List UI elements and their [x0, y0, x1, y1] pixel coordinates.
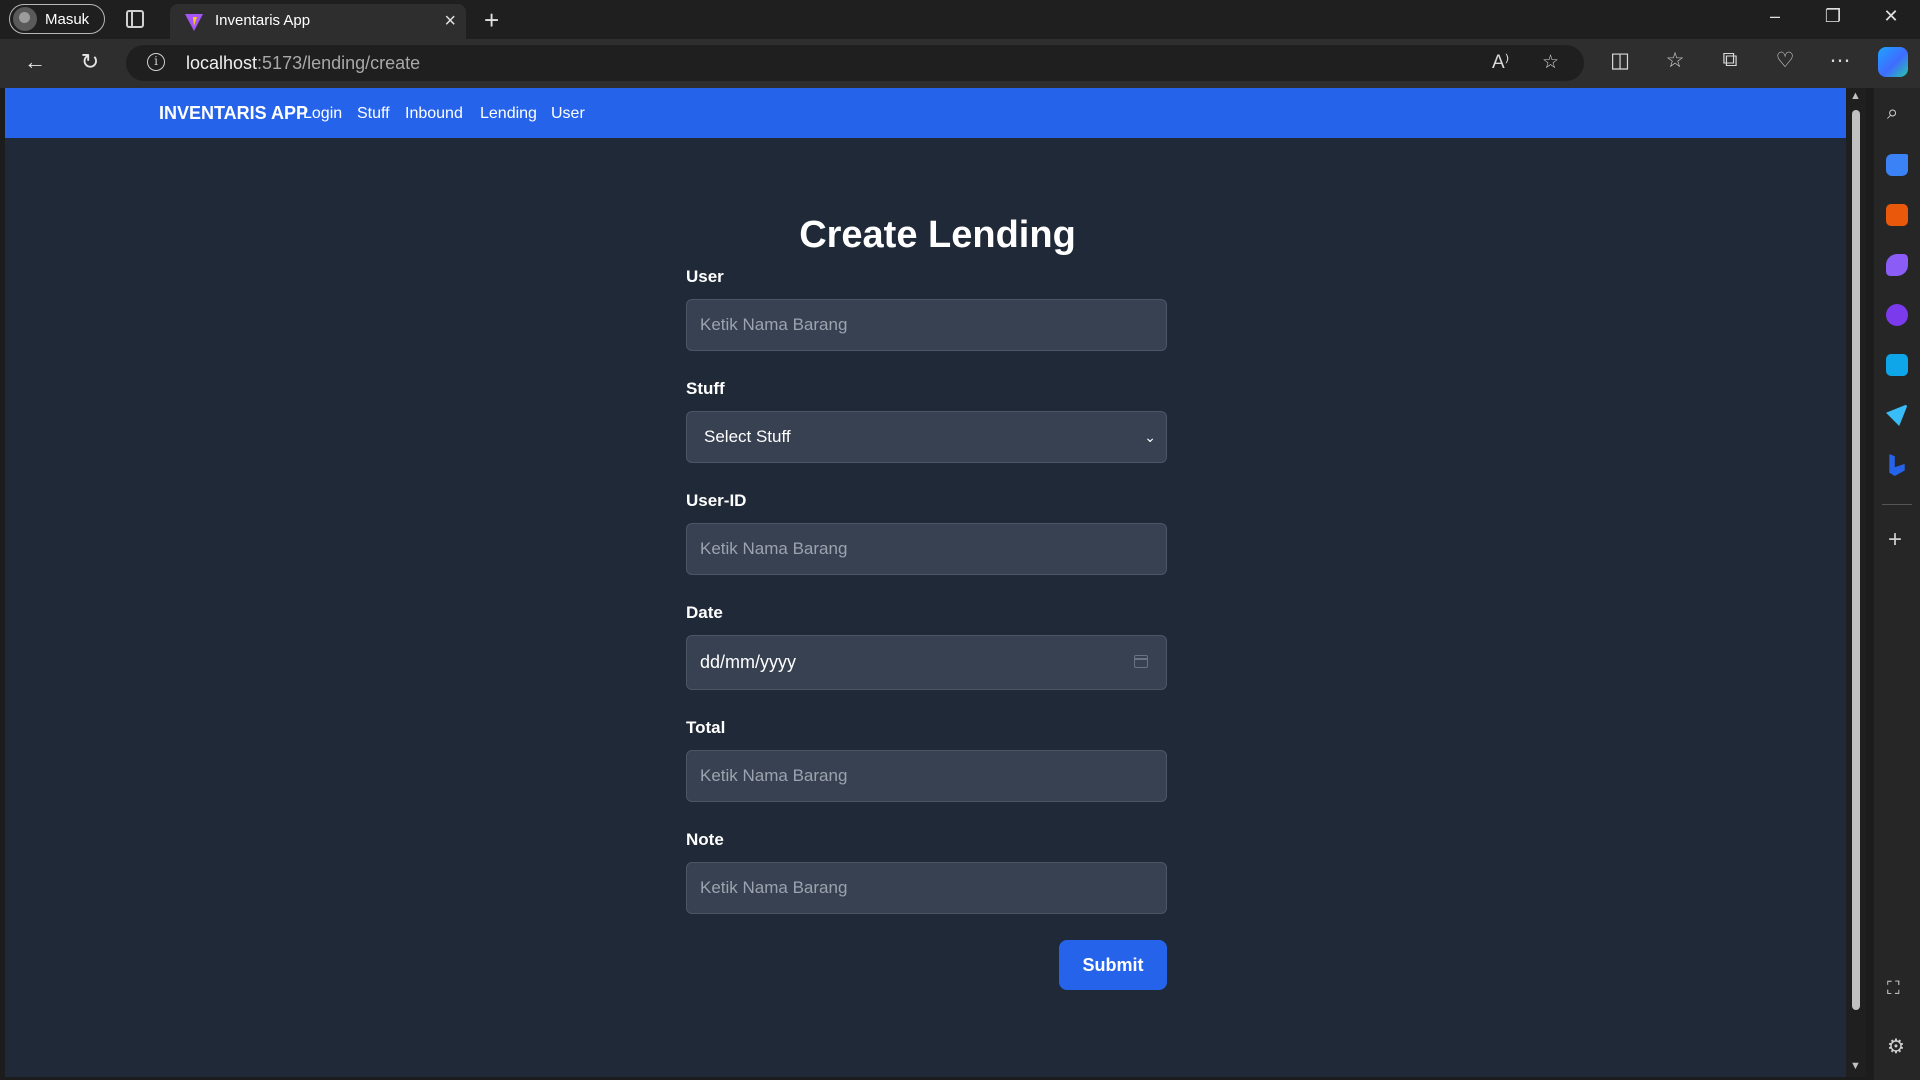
browser-toolbar: ← ↻ i localhost:5173/lending/create A⁾ ☆…	[0, 39, 1920, 88]
search-icon[interactable]: ⌕	[1887, 102, 1898, 125]
read-aloud-icon[interactable]: A⁾	[1492, 51, 1509, 74]
nav-login[interactable]: Login	[303, 105, 342, 123]
avatar	[13, 7, 37, 31]
scroll-up-icon[interactable]: ▲	[1850, 90, 1861, 102]
stuff-select-value: Select Stuff	[704, 427, 791, 446]
collections-icon[interactable]: ⧉	[1715, 48, 1745, 72]
back-icon[interactable]: ←	[20, 49, 50, 75]
date-input[interactable]: dd/mm/yyyy	[686, 635, 1167, 690]
address-bar[interactable]: i localhost:5173/lending/create A⁾ ☆	[126, 45, 1584, 81]
site-info-icon[interactable]: i	[147, 53, 165, 71]
close-window-icon[interactable]: ✕	[1868, 6, 1914, 27]
page-viewport: INVENTARIS APP Login Stuff Inbound Lendi…	[5, 88, 1846, 1077]
nav-stuff[interactable]: Stuff	[357, 105, 390, 123]
favorite-star-icon[interactable]: ☆	[1542, 51, 1559, 74]
calendar-icon[interactable]	[1134, 655, 1148, 668]
settings-icon[interactable]: ⚙	[1887, 1034, 1905, 1059]
app-brand[interactable]: INVENTARIS APP	[159, 103, 308, 124]
chevron-down-icon: ⌄	[1144, 429, 1156, 445]
tab-close-icon[interactable]: ×	[444, 10, 456, 33]
submit-button[interactable]: Submit	[1059, 940, 1167, 990]
user-label: User	[686, 267, 724, 286]
nav-inbound[interactable]: Inbound	[405, 105, 463, 123]
reload-icon[interactable]: ↻	[75, 49, 105, 75]
page-scrollbar[interactable]: ▲ ▼	[1846, 88, 1866, 1077]
user-id-label: User-ID	[686, 491, 747, 510]
scroll-thumb[interactable]	[1852, 110, 1860, 1010]
favorites-icon[interactable]: ☆	[1660, 48, 1690, 73]
screenshot-icon[interactable]: ⛶	[1887, 978, 1900, 999]
send-icon[interactable]	[1886, 404, 1908, 426]
vite-icon	[185, 14, 203, 31]
note-label: Note	[686, 830, 724, 849]
scroll-down-icon[interactable]: ▼	[1850, 1060, 1861, 1072]
profile-label: Masuk	[45, 10, 90, 28]
user-id-input[interactable]: Ketik Nama Barang	[686, 523, 1167, 575]
stuff-select[interactable]: Select Stuff ⌄	[686, 411, 1167, 463]
nav-lending[interactable]: Lending	[480, 105, 537, 123]
new-tab-icon[interactable]: +	[484, 5, 499, 36]
page-title: Create Lending	[799, 214, 1076, 256]
copilot-icon[interactable]	[1878, 47, 1908, 77]
restore-icon[interactable]: ❐	[1810, 6, 1856, 27]
office-icon[interactable]	[1886, 304, 1908, 326]
url-text[interactable]: localhost:5173/lending/create	[186, 53, 420, 74]
split-screen-icon[interactable]: ◫	[1605, 48, 1635, 73]
date-value: dd/mm/yyyy	[700, 652, 797, 672]
more-icon[interactable]: ⋯	[1825, 48, 1855, 73]
total-label: Total	[686, 718, 726, 737]
sidebar-divider	[1882, 504, 1912, 505]
stuff-label: Stuff	[686, 379, 725, 398]
tab-title: Inventaris App	[215, 12, 311, 29]
user-input[interactable]: Ketik Nama Barang	[686, 299, 1167, 351]
tab-actions-icon[interactable]	[126, 10, 144, 28]
toolbox-icon[interactable]	[1886, 204, 1908, 226]
app-navbar: INVENTARIS APP Login Stuff Inbound Lendi…	[5, 88, 1846, 138]
url-path: :5173/lending/create	[257, 53, 421, 73]
nav-user[interactable]: User	[551, 105, 585, 123]
date-label: Date	[686, 603, 723, 622]
bing-icon[interactable]	[1889, 454, 1905, 476]
games-icon[interactable]	[1886, 254, 1908, 276]
note-input[interactable]: Ketik Nama Barang	[686, 862, 1167, 914]
edge-sidebar: ⌕ + ⛶ ⚙	[1874, 88, 1920, 1080]
minimize-icon[interactable]: –	[1752, 6, 1798, 27]
total-input[interactable]: Ketik Nama Barang	[686, 750, 1167, 802]
add-icon[interactable]: +	[1888, 526, 1902, 554]
browser-essentials-icon[interactable]: ♡	[1770, 48, 1800, 73]
outlook-icon[interactable]	[1886, 354, 1908, 376]
tab-strip: Masuk Inventaris App × + – ❐ ✕	[0, 0, 1920, 39]
profile-button[interactable]: Masuk	[9, 4, 105, 34]
shopping-tag-icon[interactable]	[1886, 154, 1908, 176]
url-host: localhost	[186, 53, 258, 73]
browser-tab[interactable]: Inventaris App ×	[170, 4, 466, 39]
